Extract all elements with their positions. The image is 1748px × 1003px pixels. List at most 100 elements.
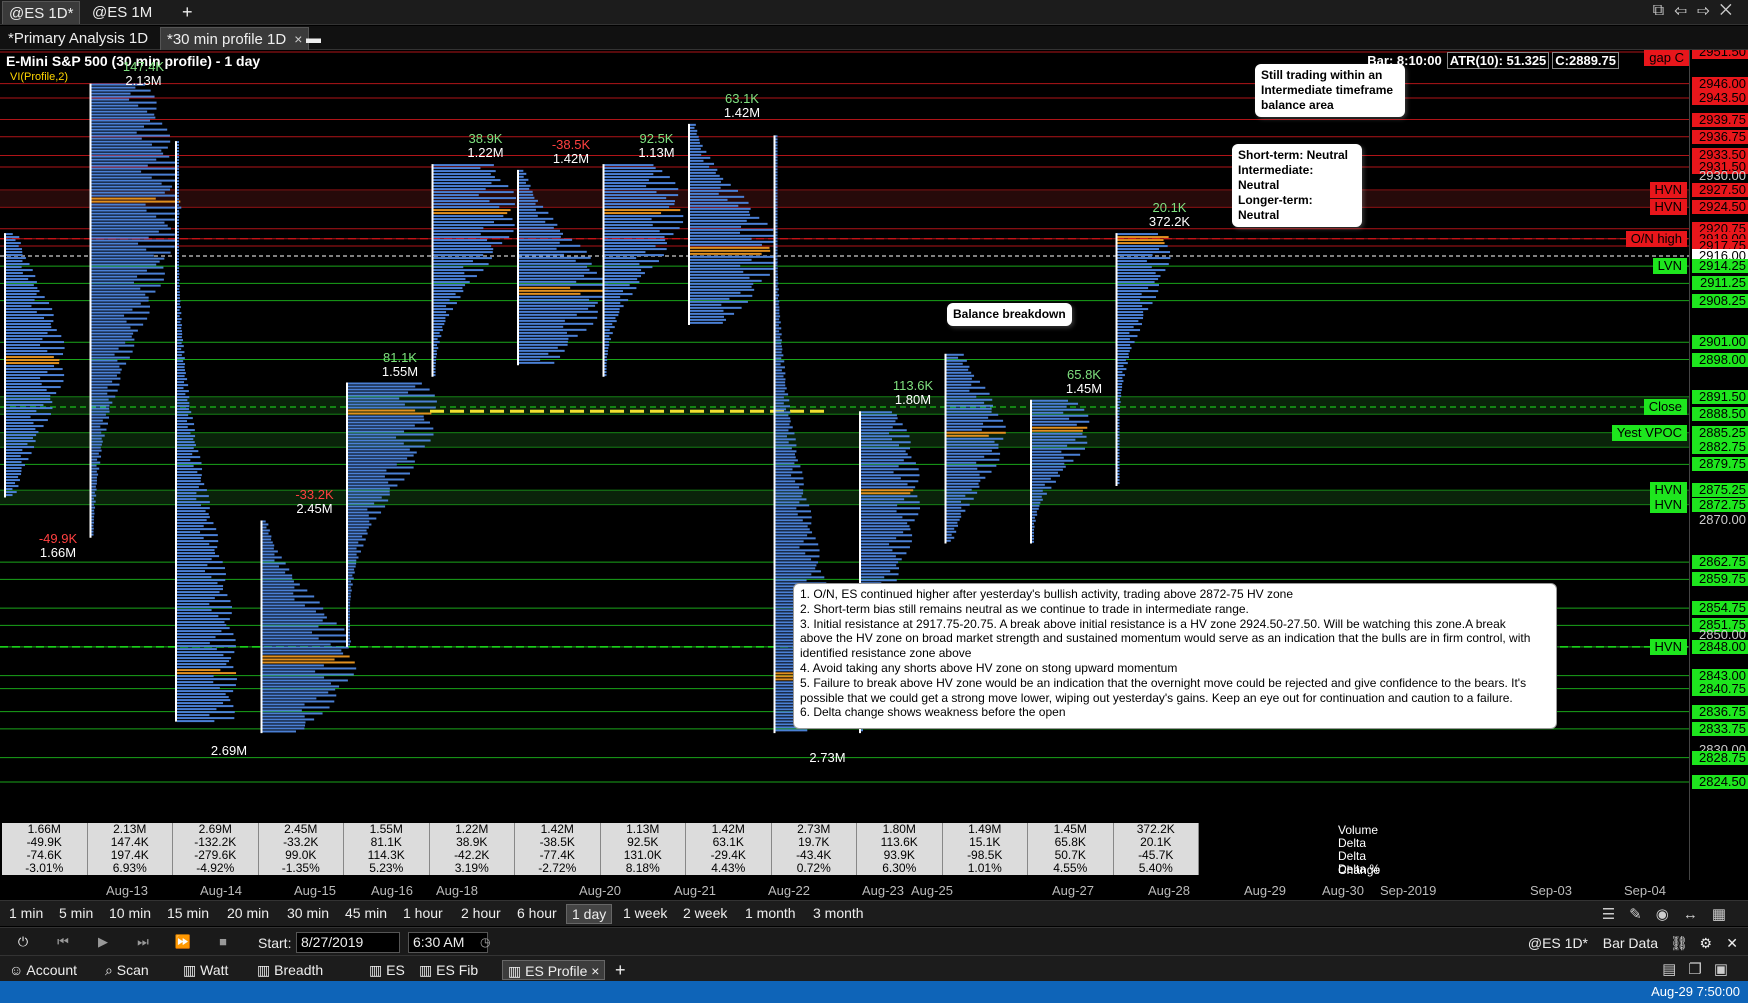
tools-icon[interactable]: ✎ [1629, 906, 1656, 923]
tab-primary-analysis[interactable]: *Primary Analysis 1D [2, 27, 154, 50]
profile-bar [91, 263, 157, 266]
list-icon[interactable]: ☰ [1602, 906, 1629, 923]
workspace-tab[interactable]: ☺ Account [4, 960, 82, 980]
clock-icon[interactable]: ◷ [480, 935, 490, 949]
timeframe-button[interactable]: 1 day [566, 904, 613, 924]
settings-icon[interactable]: ⚙ [1699, 935, 1712, 952]
chart-panel[interactable]: E-Mini S&P 500 (30 min profile) - 1 day … [0, 50, 1690, 880]
window-controls[interactable]: ⧉⇦⇨✕ [1653, 2, 1742, 20]
profile-bar [91, 98, 130, 101]
layout-icon[interactable]: ▦ [1712, 906, 1740, 923]
profile-bar [946, 419, 1004, 422]
profile-bar [861, 507, 921, 510]
profile-bar [91, 338, 135, 341]
workspace-tab[interactable]: ▥ ES [364, 960, 410, 980]
layout-icon[interactable]: ▤ [1662, 961, 1688, 978]
profile-bar [177, 312, 182, 315]
profile-bar [6, 473, 22, 476]
profile-bar [433, 257, 492, 260]
profile-bar [690, 252, 762, 255]
profile-bar [348, 427, 434, 430]
profile-bar [91, 527, 94, 530]
lock-icon[interactable]: ▣ [1714, 961, 1740, 978]
trade-plan-note[interactable]: 1. O/N, ES continued higher after yester… [793, 583, 1557, 729]
timeframe-button[interactable]: 20 min [222, 904, 274, 922]
profile-bar [604, 185, 647, 188]
cursor-icon[interactable]: ↔ [1683, 906, 1712, 923]
bar-data-label[interactable]: Bar Data [1603, 935, 1658, 951]
back-icon[interactable]: ⇦ [1674, 2, 1697, 19]
folder-icon[interactable]: ▬ [300, 27, 327, 50]
skip-back-icon[interactable]: ⏮ [48, 931, 78, 953]
profile-bar [91, 383, 120, 386]
workspace-tools[interactable]: ▤❐▣ [1662, 960, 1740, 978]
timeframe-button[interactable]: 3 month [808, 904, 869, 922]
start-date-field[interactable]: 8/27/2019 [296, 932, 400, 953]
timeframe-button[interactable]: 15 min [162, 904, 214, 922]
add-tab-button[interactable]: + [176, 1, 199, 24]
workspace-tab[interactable]: ▥ ES Profile × [502, 960, 606, 980]
price-axis[interactable]: 2951.50 2946.00 2943.50 2939.75 2936.75 2933.… [1690, 50, 1748, 880]
profile-bar [6, 452, 32, 455]
profile-bar [177, 234, 179, 237]
profile-bar [262, 562, 286, 565]
popout-icon[interactable]: ⧉ [1653, 2, 1674, 19]
tab-es-1d[interactable]: @ES 1D* [2, 1, 81, 24]
start-time-field[interactable]: 6:30 AM [408, 932, 488, 953]
profile-bar [433, 347, 439, 350]
profile-bar [775, 459, 798, 462]
link-icon[interactable]: ⛓ [1670, 935, 1688, 952]
chart-tools[interactable]: ☰✎◉↔▦ [1602, 905, 1740, 923]
timeframe-button[interactable]: 1 week [618, 904, 672, 922]
profile-bar [6, 350, 48, 353]
profile-bar [91, 461, 101, 464]
profile-bar [91, 89, 151, 92]
price-label: 2859.75 [1692, 572, 1748, 587]
timeframe-button[interactable]: 2 hour [456, 904, 506, 922]
visibility-icon[interactable]: ◉ [1656, 906, 1683, 923]
date-axis[interactable]: Aug-13 Aug-14 Aug-15 Aug-16 Aug-18 Aug-20 Aug-… [0, 880, 1690, 900]
timeframe-button[interactable]: 1 hour [398, 904, 448, 922]
timeframe-button[interactable]: 6 hour [512, 904, 562, 922]
close-panel-icon[interactable]: ✕ [1726, 935, 1738, 952]
workspace-tab[interactable]: ▥ Breadth [252, 960, 328, 980]
profile-bar [604, 266, 653, 269]
play-icon[interactable]: ▶ [88, 931, 118, 953]
fast-forward-icon[interactable]: ⏩ [168, 931, 198, 953]
profile-bar [6, 305, 32, 308]
tab-es-1m[interactable]: @ES 1M [86, 1, 158, 24]
close-workspace-icon[interactable]: × [587, 963, 599, 979]
profile-bar [91, 104, 139, 107]
timeframe-button[interactable]: 5 min [54, 904, 98, 922]
profile-bar [1117, 419, 1120, 422]
add-workspace-button[interactable]: + [610, 960, 631, 980]
profile-bar [348, 406, 436, 409]
profile-bar [177, 633, 234, 636]
timeframe-button[interactable]: 1 month [740, 904, 801, 922]
workspace-tab[interactable]: ▥ Watt [178, 960, 233, 980]
profile-bar [861, 447, 911, 450]
close-window-icon[interactable]: ✕ [1720, 2, 1742, 19]
profile-bar [519, 223, 558, 226]
profile-bar [6, 302, 50, 305]
tab-30-min-profile[interactable]: *30 min profile 1D × [160, 27, 310, 50]
profile-bar [690, 270, 744, 273]
date-tick: Sep-04 [1624, 883, 1666, 898]
symbol-label[interactable]: @ES 1D* [1528, 935, 1588, 951]
stop-icon[interactable]: ■ [208, 931, 238, 953]
timeframe-button[interactable]: 1 min [4, 904, 48, 922]
step-icon[interactable]: ⏭ [128, 931, 158, 953]
workspace-tab[interactable]: ▥ ES Fib [414, 960, 483, 980]
power-icon[interactable]: ⏻ [8, 931, 38, 953]
profile-bar [177, 660, 230, 663]
timeframe-button[interactable]: 10 min [104, 904, 156, 922]
profile-bar [177, 264, 179, 267]
intermediate-note-text: Still trading within an Intermediate tim… [1261, 68, 1394, 112]
forward-icon[interactable]: ⇨ [1697, 2, 1720, 19]
timeframe-button[interactable]: 30 min [282, 904, 334, 922]
profile-bar [861, 417, 898, 420]
workspace-tab[interactable]: ⌕ Scan [100, 960, 154, 980]
timeframe-button[interactable]: 45 min [340, 904, 392, 922]
copy-icon[interactable]: ❐ [1688, 961, 1713, 978]
timeframe-button[interactable]: 2 week [678, 904, 732, 922]
